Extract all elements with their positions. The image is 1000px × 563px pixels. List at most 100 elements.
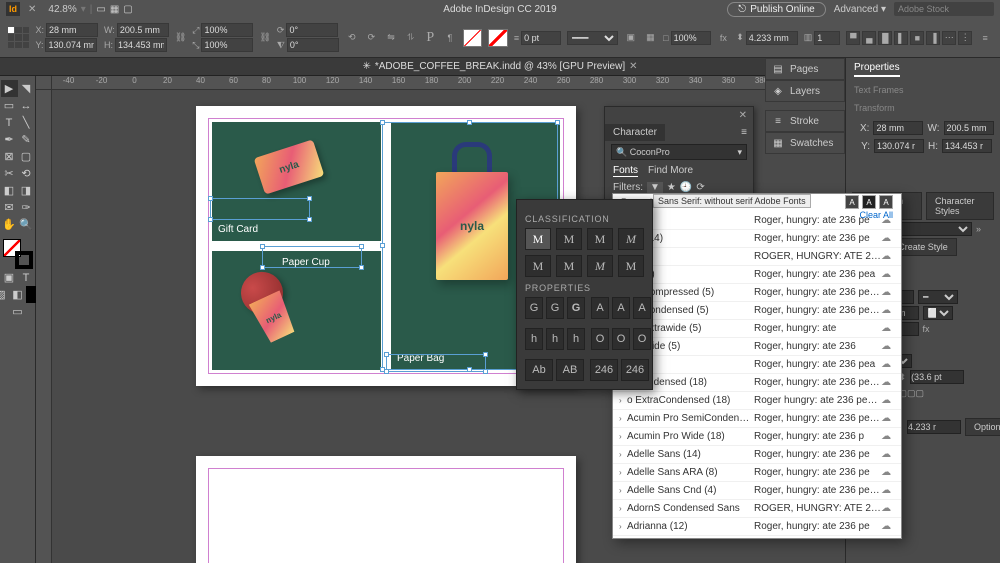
font-family-select[interactable]: 🔍 CoconPro▾: [611, 144, 747, 160]
apply-none-icon[interactable]: ▨: [0, 286, 9, 303]
dist-h-icon[interactable]: ⋯: [942, 31, 956, 45]
selection-text-3[interactable]: [386, 354, 486, 372]
font-clear-all[interactable]: Clear All: [859, 210, 893, 220]
expand-icon[interactable]: ›: [619, 522, 627, 531]
font-row[interactable]: ›Adelle Sans Cnd (4)Roger, hungry: ate 2…: [613, 482, 901, 500]
tab-properties[interactable]: Properties: [854, 62, 900, 77]
ruler-origin[interactable]: [36, 76, 52, 90]
filter-recent-icon[interactable]: 🕘: [680, 182, 692, 193]
constrain-icon[interactable]: ⛓: [259, 32, 270, 43]
ruler-vertical[interactable]: [36, 90, 52, 563]
view-bridge-icon[interactable]: ▭: [96, 4, 105, 15]
props-w[interactable]: [944, 121, 994, 135]
textwrap-none-icon[interactable]: ▣: [624, 31, 638, 45]
giftcard-mockup[interactable]: nyla: [254, 139, 325, 194]
prop-a3[interactable]: A: [633, 297, 651, 319]
tab-close-icon[interactable]: ✕: [629, 61, 637, 72]
expand-icon[interactable]: ›: [619, 414, 627, 423]
font-row[interactable]: ›(4)ROGER, HUNGRY: ATE 236 PEACHES AND C…: [613, 248, 901, 266]
props-y[interactable]: [874, 139, 924, 153]
expand-icon[interactable]: ›: [619, 504, 627, 513]
sample-size-3[interactable]: A: [879, 195, 893, 209]
expand-icon[interactable]: ›: [619, 468, 627, 477]
page-tool[interactable]: ▭: [1, 97, 18, 114]
rotate-field[interactable]: [286, 23, 338, 37]
font-row[interactable]: ›Adrianna (12)Roger, hungry: ate 236 pe☁: [613, 518, 901, 536]
prop-o3[interactable]: O: [633, 328, 651, 350]
prop-num1[interactable]: 246: [590, 359, 618, 381]
shear-field[interactable]: [287, 38, 339, 52]
direct-select-tool[interactable]: ◥: [18, 80, 35, 97]
clear-override-icon[interactable]: ¶: [443, 31, 457, 45]
stroke-weight-field[interactable]: [521, 31, 561, 45]
textwrap-bbox-icon[interactable]: ▦: [644, 31, 658, 45]
font-row[interactable]: ›hic Condensed (5)Roger, hungry: ate 236…: [613, 302, 901, 320]
character-styles-btn[interactable]: Character Styles: [926, 192, 994, 220]
columns-field[interactable]: [814, 31, 840, 45]
font-row[interactable]: ›o ExtraCondensed (18)Roger hungry: ate …: [613, 392, 901, 410]
reference-point-props[interactable]: [854, 119, 856, 137]
find-more-tab[interactable]: Find More: [648, 165, 693, 177]
fx-icon[interactable]: fx: [717, 31, 731, 45]
rect-tool[interactable]: ▢: [18, 148, 35, 165]
class-serif[interactable]: M: [525, 228, 551, 250]
options-btn[interactable]: Options: [965, 418, 1000, 436]
class-script[interactable]: M: [618, 228, 644, 250]
transform-tool[interactable]: ⟲: [18, 165, 35, 182]
class-sans[interactable]: M: [587, 228, 613, 250]
prop-h3[interactable]: h: [567, 328, 585, 350]
eyedropper-tool[interactable]: ✑: [18, 199, 35, 216]
arrow-icon[interactable]: »: [976, 224, 981, 234]
fill-swatch[interactable]: [463, 29, 483, 47]
type-tool[interactable]: T: [1, 114, 18, 131]
stroke-style-props[interactable]: ━: [918, 290, 958, 304]
prop-o1[interactable]: O: [591, 328, 609, 350]
reference-point[interactable]: [8, 27, 29, 49]
pen-tool[interactable]: ✒: [1, 131, 18, 148]
font-row[interactable]: ›hic Compressed (5)Roger, hungry: ate 23…: [613, 284, 901, 302]
align-vc-icon[interactable]: ■: [910, 31, 924, 45]
line-tool[interactable]: ╲: [18, 114, 35, 131]
font-row[interactable]: ›o (16)Roger, hungry: ate 236 pe☁: [613, 212, 901, 230]
prop-h2[interactable]: h: [546, 328, 564, 350]
prop-num2[interactable]: 246: [621, 359, 649, 381]
chevron-down-icon[interactable]: ▾: [81, 4, 86, 15]
view-mode-icon[interactable]: ▭: [9, 303, 26, 320]
selection-text-2[interactable]: [262, 246, 362, 268]
apply-color-icon[interactable]: ▣: [1, 269, 18, 286]
scale-y-field[interactable]: [201, 38, 253, 52]
font-row[interactable]: ›Adelle Sans ARA (8)Roger, hungry: ate 2…: [613, 464, 901, 482]
align-bot-icon[interactable]: ▐: [926, 31, 940, 45]
constrain-icon[interactable]: ⛓: [175, 32, 186, 43]
class-slab[interactable]: M: [556, 228, 582, 250]
paragraph-style-icon[interactable]: P: [423, 31, 437, 45]
font-row[interactable]: ›AdornS Condensed SansROGER, HUNGRY: ATE…: [613, 500, 901, 518]
cup-mockup[interactable]: nyla: [230, 264, 305, 349]
align-right-icon[interactable]: █: [878, 31, 892, 45]
prop-h1[interactable]: h: [525, 328, 543, 350]
align-left-icon[interactable]: ▀: [846, 31, 860, 45]
spread-cell-giftcard[interactable]: nyla Gift Card: [212, 122, 381, 241]
document-tab[interactable]: ✳ *ADOBE_COFFEE_BREAK.indd @ 43% [GPU Pr…: [362, 61, 637, 72]
prop-a2[interactable]: A: [612, 297, 630, 319]
fonts-tab[interactable]: Fonts: [613, 165, 638, 177]
view-arrange-icon[interactable]: ▦: [110, 4, 119, 15]
expand-icon[interactable]: ›: [619, 396, 627, 405]
panel-menu-icon[interactable]: ≡: [978, 31, 992, 45]
rotate-ccw-icon[interactable]: ⟲: [345, 31, 359, 45]
gap-tool[interactable]: ↔: [18, 97, 35, 114]
stroke-style[interactable]: ━━━: [567, 31, 618, 45]
hand-tool[interactable]: ✋: [1, 216, 18, 233]
h-field[interactable]: [115, 38, 167, 52]
scissors-tool[interactable]: ✂: [1, 165, 18, 182]
page-2[interactable]: [196, 456, 576, 563]
flip-v-icon[interactable]: ⥮: [404, 31, 418, 45]
layers-panel-tab[interactable]: ◈Layers: [765, 80, 845, 102]
pencil-tool[interactable]: ✎: [18, 131, 35, 148]
apply-text-icon[interactable]: T: [18, 269, 35, 286]
stroke-panel-tab[interactable]: ≡Stroke: [765, 110, 845, 132]
zoom-tool[interactable]: 🔍: [18, 216, 35, 233]
props-h[interactable]: [942, 139, 992, 153]
note-tool[interactable]: ✉: [1, 199, 18, 216]
expand-icon[interactable]: ›: [619, 432, 627, 441]
